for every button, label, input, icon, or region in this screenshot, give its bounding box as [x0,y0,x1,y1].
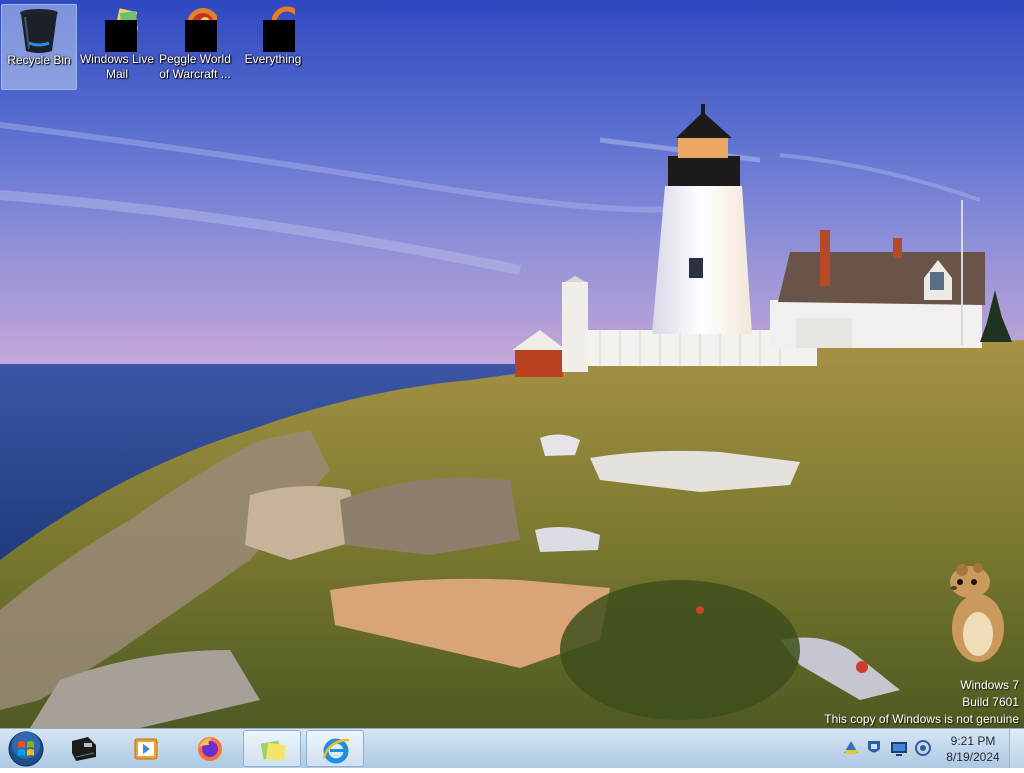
lighthouse-landscape-image [0,0,1024,728]
taskbar-firefox-button[interactable] [181,730,239,767]
taskbar-clock[interactable]: 9:21 PM 8/19/2024 [940,733,1006,765]
hamster-icon [950,563,1004,662]
display-icon[interactable] [890,739,908,757]
desktop-icon-label: Windows Live Mail [79,52,155,81]
watermark-genuine-notice: This copy of Windows is not genuine [824,712,1019,726]
printer-scanner-icon [72,737,96,761]
watermark-build: Build 7601 [962,695,1019,709]
network-shield-icon[interactable] [865,739,883,757]
desktop-icon-windows-live-mail[interactable]: Windows Live Mail [79,4,155,90]
desktop-icon-label: Peggle World of Warcraft ... [159,52,231,81]
desktop-icon-everything[interactable]: Everything [235,4,311,90]
action-center-icon[interactable] [842,739,860,757]
recycle-bin-icon [17,7,61,53]
sticky-notes-icon [260,740,287,762]
not-genuine-watermark: Windows 7 Build 7601 This copy of Window… [824,677,1019,728]
windows-start-orb-icon [8,731,44,767]
taskbar: 9:21 PM 8/19/2024 [0,728,1024,768]
taskbar-sticky-notes-button[interactable] [243,730,301,767]
desktop-icon-label: Recycle Bin [7,53,71,67]
watermark-os-name: Windows 7 [960,678,1019,692]
windows-live-mail-icon [95,6,139,52]
desktop-icon-peggle[interactable]: Peggle World of Warcraft ... [157,4,233,90]
desktop-icon-label: Everything [244,52,302,66]
internet-explorer-icon [322,738,350,764]
clock-time: 9:21 PM [950,734,996,748]
desktop-icon-recycle-bin[interactable]: Recycle Bin [1,4,77,90]
media-player-icon [134,738,158,760]
everything-icon [251,6,303,52]
show-desktop-button[interactable] [1009,729,1024,768]
desktop-wallpaper [0,0,1024,728]
peggle-icon [173,6,219,52]
volume-icon[interactable] [914,739,932,757]
hamster-gadget[interactable] [946,560,1008,664]
taskbar-printer-button[interactable] [54,730,112,767]
clock-date: 8/19/2024 [946,750,1000,764]
start-button[interactable] [6,730,46,768]
firefox-icon [198,737,222,761]
taskbar-media-player-button[interactable] [118,730,176,767]
taskbar-internet-explorer-button[interactable] [306,730,364,767]
